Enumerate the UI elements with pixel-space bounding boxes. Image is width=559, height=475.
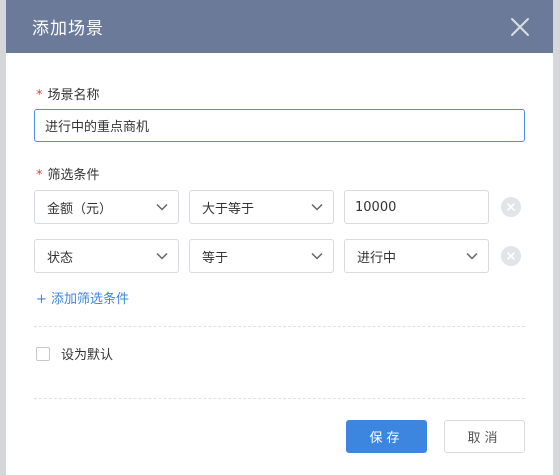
filter-row-2-field-select[interactable]: 状态 <box>34 239 179 273</box>
filter-row-1-field-select[interactable]: 金额（元） <box>34 190 179 224</box>
scene-name-label-text: 场景名称 <box>47 88 100 103</box>
filter-label-text: 筛选条件 <box>47 168 100 183</box>
required-mark: * <box>36 168 43 183</box>
filter-row-2-remove-button[interactable] <box>501 246 521 266</box>
scene-name-input[interactable] <box>34 109 525 142</box>
scene-name-label: * 场景名称 <box>36 84 100 103</box>
filter-row-1-field-value: 金额（元） <box>47 201 113 217</box>
cancel-button[interactable]: 取消 <box>444 420 525 453</box>
divider <box>34 398 525 399</box>
dialog-header: 添加场景 <box>6 0 553 53</box>
filter-row-1-operator-value: 大于等于 <box>202 201 255 217</box>
filter-row-2-field-value: 状态 <box>47 250 74 266</box>
filter-row-1-value-input[interactable] <box>344 190 489 224</box>
dialog-title: 添加场景 <box>32 19 104 39</box>
chevron-down-icon <box>156 203 168 211</box>
filter-row-1-operator-select[interactable]: 大于等于 <box>189 190 334 224</box>
add-filter-link[interactable]: + 添加筛选条件 <box>36 288 129 307</box>
chevron-down-icon <box>311 252 323 260</box>
add-scene-dialog: 添加场景 * 场景名称 * 筛选条件 金额（元） 大于等于 状态 等于 进行中 + … <box>6 0 553 475</box>
chevron-down-icon <box>156 252 168 260</box>
filter-label: * 筛选条件 <box>36 164 100 183</box>
filter-row-2-operator-value: 等于 <box>202 250 229 266</box>
set-default-checkbox[interactable] <box>36 346 50 361</box>
chevron-down-icon <box>311 203 323 211</box>
background-right-edge <box>553 0 559 475</box>
save-button[interactable]: 保存 <box>346 420 427 453</box>
set-default-label: 设为默认 <box>61 348 114 363</box>
set-default-option[interactable]: 设为默认 <box>36 344 113 363</box>
close-icon <box>507 203 515 211</box>
filter-row-2-operator-select[interactable]: 等于 <box>189 239 334 273</box>
filter-row-2-value-select[interactable]: 进行中 <box>344 239 489 273</box>
required-mark: * <box>36 88 43 103</box>
divider <box>34 326 525 327</box>
close-icon <box>507 252 515 260</box>
filter-row-1-remove-button[interactable] <box>501 197 521 217</box>
filter-row-2-value: 进行中 <box>357 250 397 266</box>
chevron-down-icon <box>466 252 478 260</box>
close-icon[interactable] <box>509 16 531 38</box>
